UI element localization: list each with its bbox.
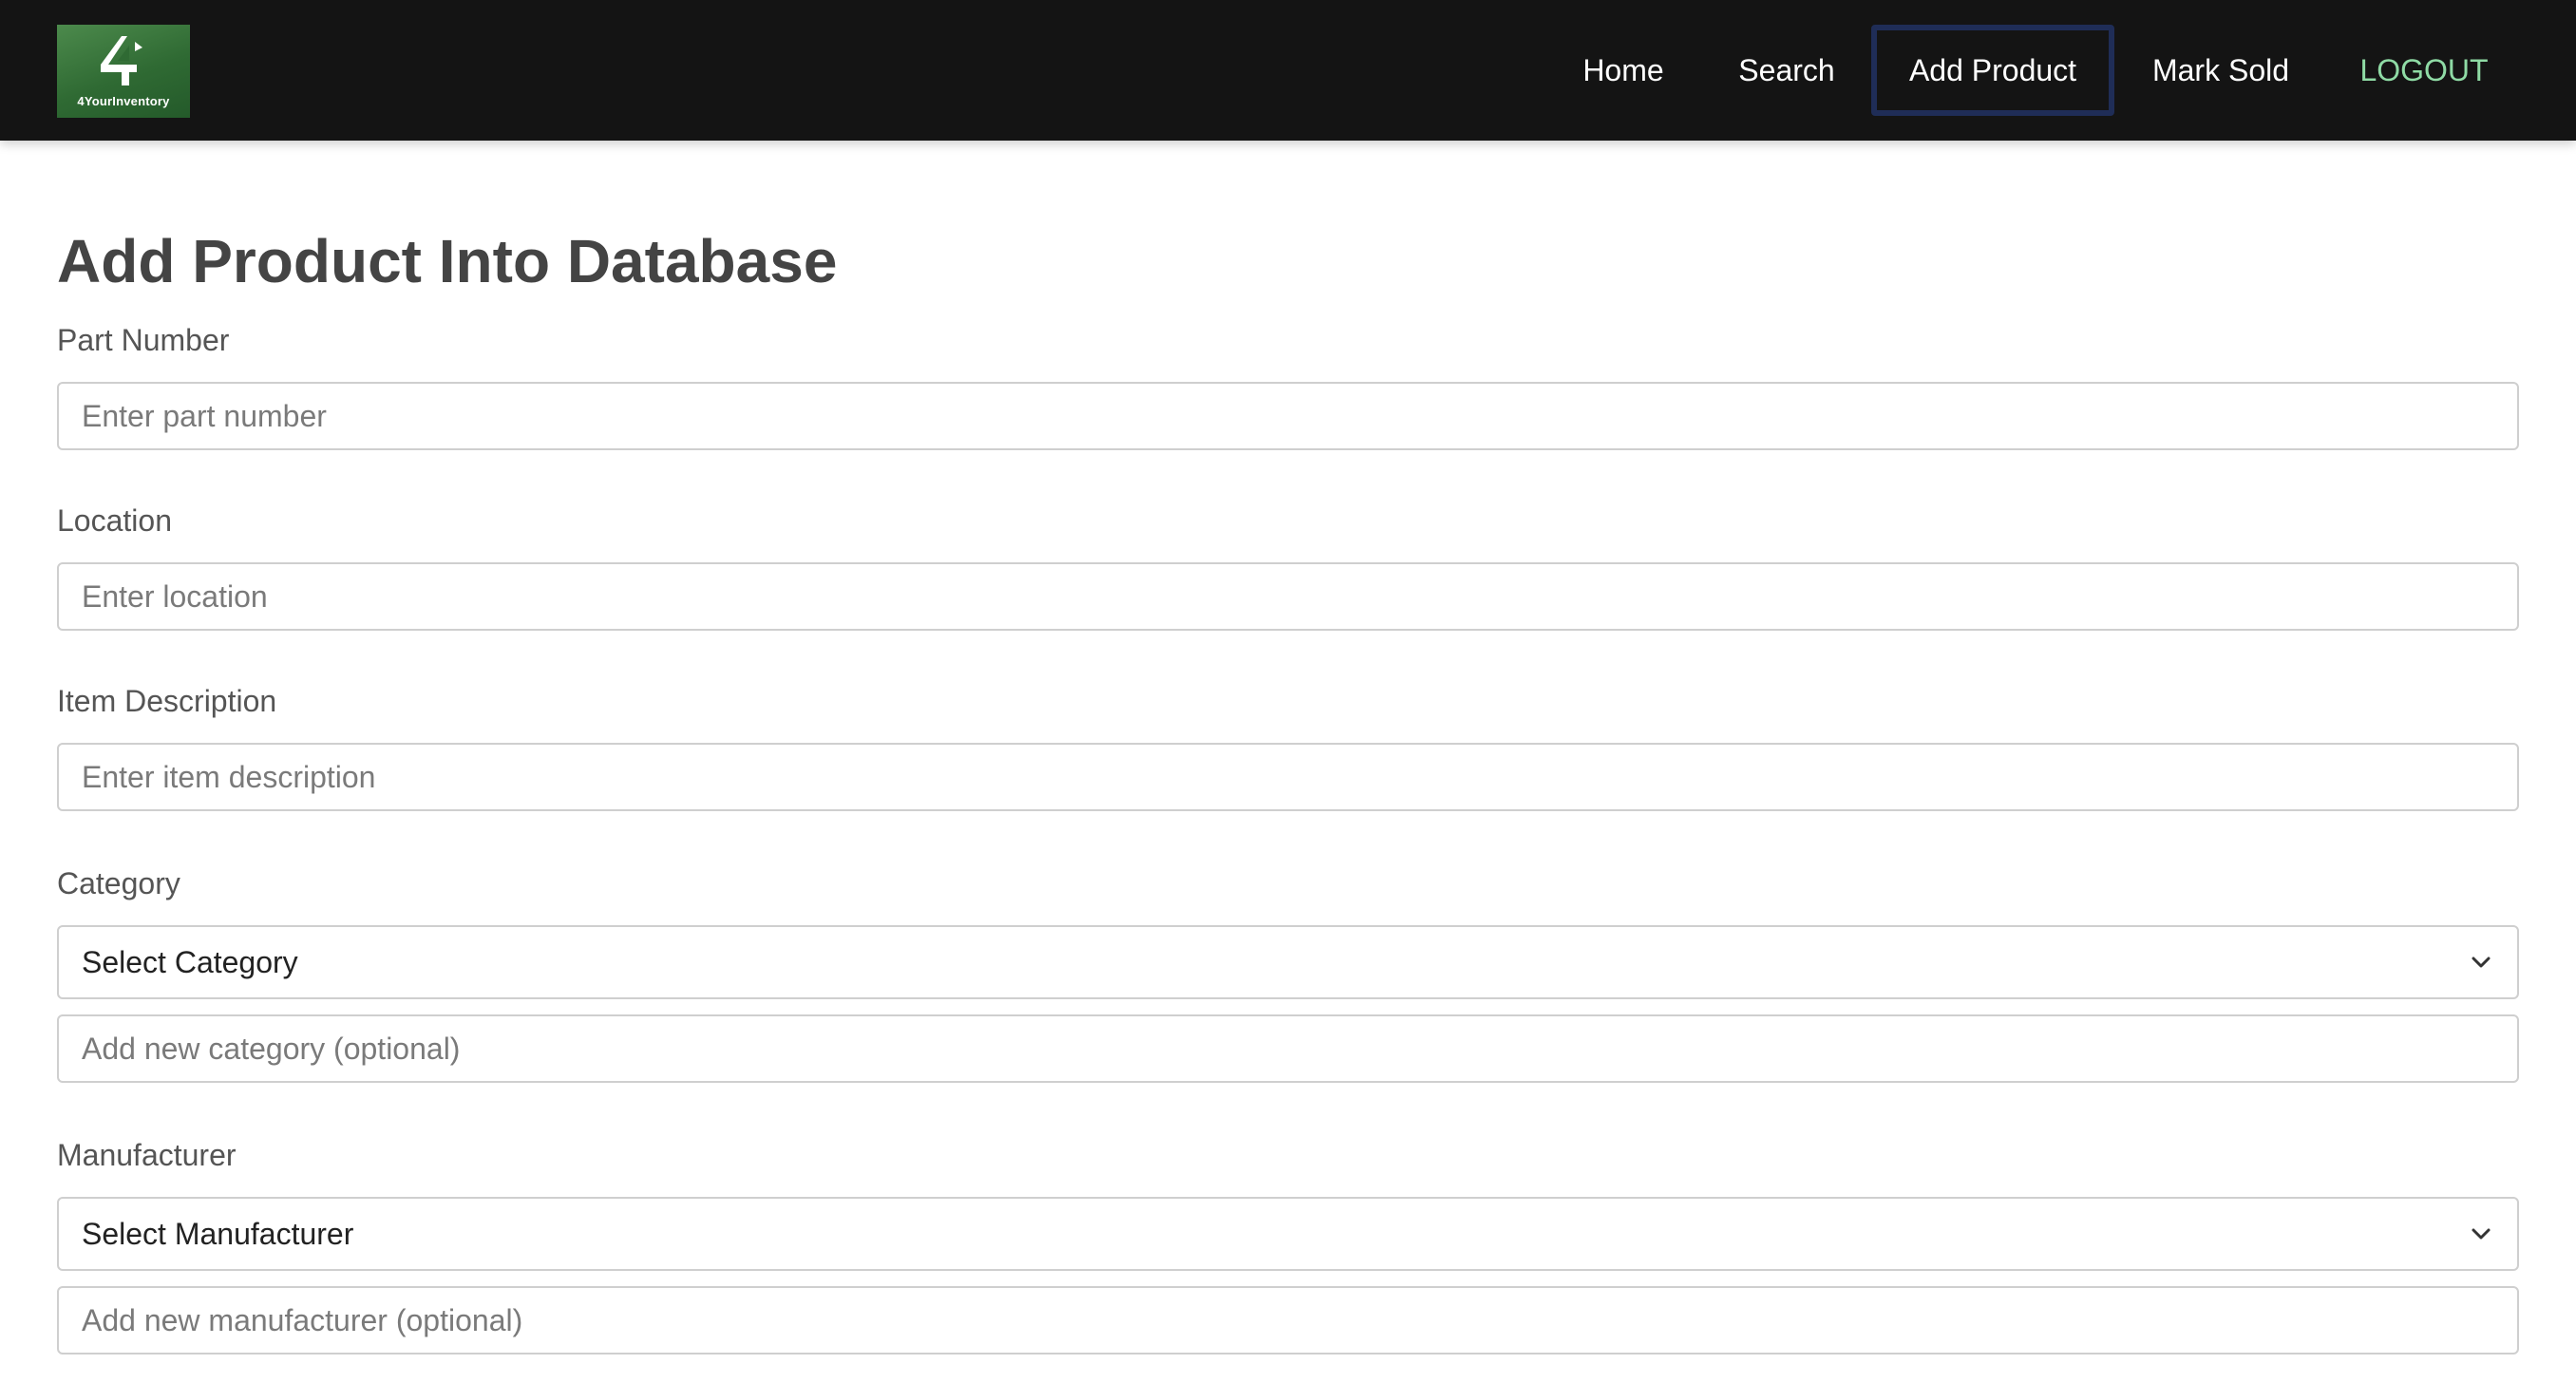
category-label: Category bbox=[57, 866, 180, 900]
item-description-input[interactable] bbox=[57, 743, 2519, 811]
part-number-input[interactable] bbox=[57, 382, 2519, 450]
brand-logo-text: 4YourInventory bbox=[77, 94, 170, 108]
location-input[interactable] bbox=[57, 562, 2519, 631]
category-select[interactable]: Select Category bbox=[57, 925, 2519, 999]
top-navbar: 4YourInventory Home Search Add Product M… bbox=[0, 0, 2576, 141]
nav-home[interactable]: Home bbox=[1558, 25, 1689, 116]
new-category-input[interactable] bbox=[57, 1014, 2519, 1083]
manufacturer-select-value: Select Manufacturer bbox=[82, 1216, 354, 1251]
nav-search[interactable]: Search bbox=[1721, 25, 1852, 116]
manufacturer-label: Manufacturer bbox=[57, 1138, 237, 1172]
page-title: Add Product Into Database bbox=[57, 227, 838, 295]
manufacturer-select[interactable]: Select Manufacturer bbox=[57, 1197, 2519, 1271]
item-description-label: Item Description bbox=[57, 684, 277, 718]
location-label: Location bbox=[57, 503, 172, 538]
brand-logo[interactable]: 4YourInventory bbox=[57, 25, 190, 118]
category-select-value: Select Category bbox=[82, 944, 298, 979]
chevron-down-icon bbox=[2472, 1228, 2491, 1240]
chevron-down-icon bbox=[2472, 957, 2491, 968]
nav-mark-sold[interactable]: Mark Sold bbox=[2135, 25, 2306, 116]
four-logo-icon bbox=[101, 36, 142, 85]
nav-add-product[interactable]: Add Product bbox=[1871, 25, 2114, 116]
part-number-label: Part Number bbox=[57, 323, 230, 357]
nav-logout[interactable]: LOGOUT bbox=[2346, 25, 2502, 116]
new-manufacturer-input[interactable] bbox=[57, 1286, 2519, 1355]
